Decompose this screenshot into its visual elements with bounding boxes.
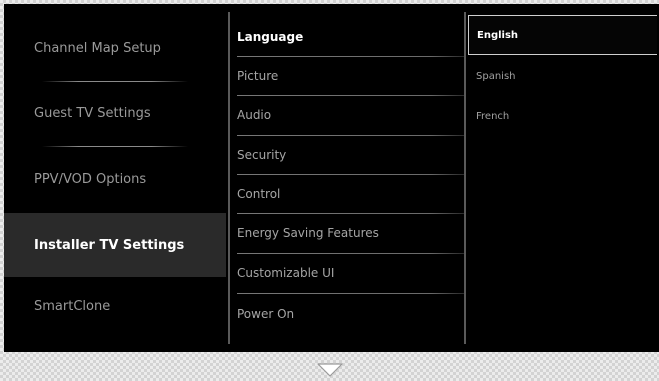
submenu-item-energy-saving-features[interactable]: Energy Saving Features bbox=[237, 214, 465, 252]
column-separator bbox=[228, 12, 230, 344]
submenu-item-label: Energy Saving Features bbox=[237, 226, 379, 240]
menu-item-installer-tv-settings[interactable]: Installer TV Settings bbox=[4, 213, 226, 277]
menu-item-smartclone[interactable]: SmartClone bbox=[4, 274, 226, 338]
menu-item-label: PPV/VOD Options bbox=[34, 171, 147, 187]
submenu-item-label: Power On bbox=[237, 307, 295, 321]
submenu-item-label: Picture bbox=[237, 69, 279, 83]
option-label: English bbox=[477, 29, 519, 41]
menu-item-label: SmartClone bbox=[34, 298, 111, 314]
menu-item-ppv-vod-options[interactable]: PPV/VOD Options bbox=[4, 147, 226, 211]
option-label: French bbox=[476, 110, 510, 122]
submenu-item-label: Control bbox=[237, 187, 281, 201]
menu-item-label: Installer TV Settings bbox=[34, 237, 185, 253]
tv-settings-menu: Channel Map Setup Guest TV Settings PPV/… bbox=[4, 4, 659, 352]
divider bbox=[237, 293, 465, 294]
menu-item-guest-tv-settings[interactable]: Guest TV Settings bbox=[4, 81, 226, 145]
submenu-item-label: Audio bbox=[237, 108, 272, 122]
menu-item-label: Guest TV Settings bbox=[34, 105, 151, 121]
language-options: English Spanish French bbox=[468, 4, 659, 352]
menu-item-channel-map-setup[interactable]: Channel Map Setup bbox=[4, 16, 226, 80]
submenu-item-power-on[interactable]: Power On bbox=[237, 295, 465, 333]
option-spanish[interactable]: Spanish bbox=[468, 56, 657, 96]
submenu-item-control[interactable]: Control bbox=[237, 175, 465, 213]
menu-item-label: Channel Map Setup bbox=[34, 40, 161, 56]
column-separator bbox=[464, 12, 466, 344]
submenu-item-customizable-ui[interactable]: Customizable UI bbox=[237, 254, 465, 292]
option-english[interactable]: English bbox=[468, 15, 657, 55]
submenu-item-audio[interactable]: Audio bbox=[237, 96, 465, 134]
submenu-item-security[interactable]: Security bbox=[237, 136, 465, 174]
settings-submenu: Language Picture Audio Security Control … bbox=[233, 4, 465, 352]
chevron-down-outline-icon[interactable] bbox=[316, 362, 344, 378]
submenu-item-language[interactable]: Language bbox=[237, 18, 465, 56]
category-menu: Channel Map Setup Guest TV Settings PPV/… bbox=[4, 4, 226, 352]
option-label: Spanish bbox=[476, 70, 516, 82]
submenu-item-label: Language bbox=[237, 30, 304, 44]
submenu-item-label: Security bbox=[237, 148, 287, 162]
option-french[interactable]: French bbox=[468, 96, 657, 136]
submenu-item-label: Customizable UI bbox=[237, 266, 335, 280]
submenu-item-picture[interactable]: Picture bbox=[237, 57, 465, 95]
